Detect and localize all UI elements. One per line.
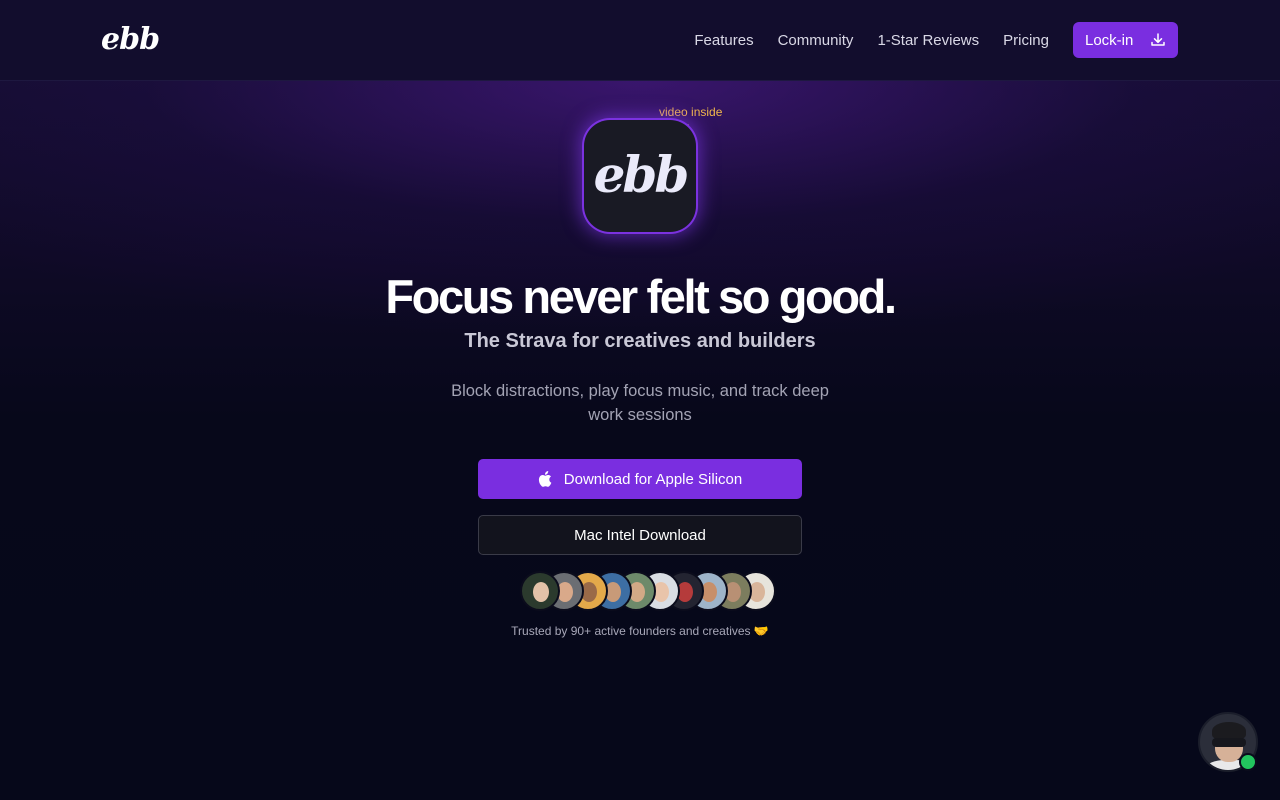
lock-in-label: Lock-in [1085,31,1134,49]
download-apple-silicon-label: Download for Apple Silicon [563,470,743,488]
nav-link-features[interactable]: Features [694,32,753,49]
top-nav: ebb Features Community 1-Star Reviews Pr… [0,0,1280,81]
nav-link-pricing[interactable]: Pricing [1003,32,1049,49]
hero-subheadline: The Strava for creatives and builders [464,330,816,352]
trust-text: Trusted by 90+ active founders and creat… [511,624,769,638]
download-icon [1151,33,1165,46]
nav-links: Features Community 1-Star Reviews Pricin… [694,22,1178,58]
mac-intel-download-button[interactable]: Mac Intel Download [478,515,802,555]
avatar [520,571,560,611]
app-icon-video[interactable]: ebb [584,120,696,232]
ebb-logo[interactable]: ebb [101,22,160,58]
nav-link-community[interactable]: Community [778,32,854,49]
nav-link-1-star-reviews[interactable]: 1-Star Reviews [877,32,979,49]
download-apple-silicon-button[interactable]: Download for Apple Silicon [478,459,802,499]
user-avatars [520,571,776,611]
hero-description: Block distractions, play focus music, an… [451,382,829,424]
avatar-glasses [1212,738,1246,747]
apple-icon [538,471,552,487]
avatar-face [533,582,549,602]
hero-headline: Focus never felt so good. [385,270,897,323]
app-icon-logo: ebb [593,144,690,204]
lock-in-button[interactable]: Lock-in [1073,22,1178,58]
online-status-dot [1239,753,1257,771]
mac-intel-download-label: Mac Intel Download [574,526,706,544]
video-inside-tag: video inside [659,105,723,119]
